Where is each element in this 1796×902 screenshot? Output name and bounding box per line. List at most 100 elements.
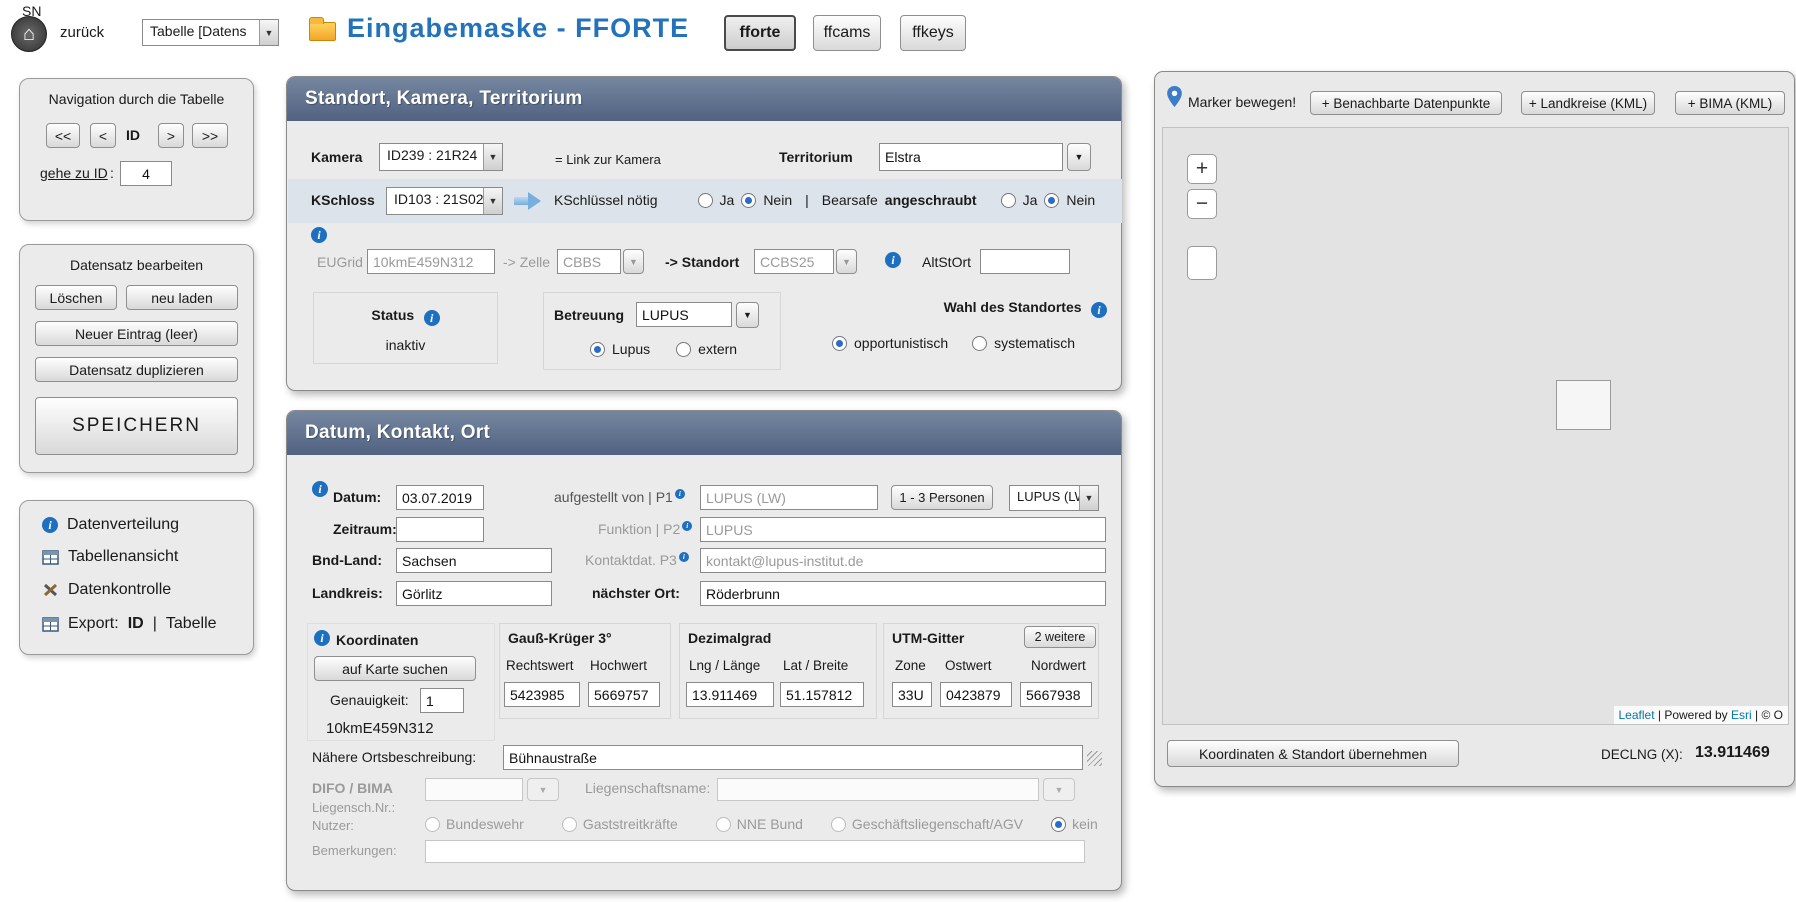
landkreis-input[interactable] <box>396 581 552 606</box>
zoom-out-button[interactable]: − <box>1187 189 1217 219</box>
goto-id-label[interactable]: gehe zu ID <box>40 165 108 181</box>
territorium-input[interactable] <box>879 143 1063 171</box>
chevron-down-icon: ▼ <box>259 20 278 45</box>
benachbarte-datenpunkte-button[interactable]: + Benachbarte Datenpunkte <box>1310 91 1502 115</box>
zelle-dropdown-button[interactable]: ▼ <box>623 249 644 274</box>
betreuung-extern-radio[interactable] <box>676 342 691 357</box>
bima-kml-button[interactable]: + BIMA (KML) <box>1675 91 1785 115</box>
aufgestellt-label: aufgestellt von | P1 <box>554 489 685 505</box>
nav-prev-button[interactable]: < <box>90 123 116 148</box>
dezimalgrad-group: Dezimalgrad Lng / Länge Lat / Breite <box>679 623 877 719</box>
link-datenkontrolle[interactable]: Datenkontrolle <box>42 581 171 599</box>
save-button[interactable]: SPEICHERN <box>35 397 238 455</box>
nav-last-button[interactable]: >> <box>192 123 228 148</box>
lat-input[interactable] <box>780 682 864 707</box>
apply-coordinates-button[interactable]: Koordinaten & Standort übernehmen <box>1167 740 1459 767</box>
hochwert-input[interactable] <box>588 682 660 707</box>
standort-input[interactable] <box>754 249 834 274</box>
kamera-select-value: ID239 : 21R24 <box>380 144 483 170</box>
map-pin-icon <box>1167 86 1182 107</box>
esri-link[interactable]: Esri <box>1731 708 1752 722</box>
ortsbeschreibung-input[interactable] <box>503 745 1083 770</box>
map-attribution: Leaflet | Powered by Esri | © O <box>1614 706 1789 724</box>
gk-col1-label: Rechtswert <box>506 658 574 673</box>
zelle-input[interactable] <box>557 249 621 274</box>
export-table-link[interactable]: Tabelle <box>166 615 217 633</box>
wahl-opportunistisch-radio[interactable] <box>832 336 847 351</box>
territorium-dropdown-button[interactable]: ▼ <box>1067 143 1091 171</box>
liegenschaftsname-input <box>717 778 1039 801</box>
betreuung-lupus-radio[interactable] <box>590 342 605 357</box>
zoom-in-button[interactable]: + <box>1187 154 1217 184</box>
p1-select[interactable]: LUPUS (LW ▼ <box>1009 485 1099 511</box>
rechtswert-input[interactable] <box>504 682 580 707</box>
delete-button[interactable]: Löschen <box>35 285 117 310</box>
kschloss-select[interactable]: ID103 : 21S02 ▼ <box>386 187 503 215</box>
map-canvas[interactable]: + − Leaflet | Powered by Esri | © O <box>1162 127 1789 725</box>
link-datenverteilung[interactable]: Datenverteilung <box>42 516 179 534</box>
utm-nordwert-input[interactable] <box>1020 682 1092 707</box>
nav-next-button[interactable]: > <box>158 123 184 148</box>
wahl-systematisch-radio[interactable] <box>972 336 987 351</box>
link-label: Tabellenansicht <box>68 548 178 566</box>
export-id-link[interactable]: ID <box>128 615 144 633</box>
home-button[interactable]: ⌂ <box>11 16 47 52</box>
table-select[interactable]: Tabelle [Datens ▼ <box>142 19 279 46</box>
betreuung-input[interactable] <box>636 302 732 327</box>
kamera-select[interactable]: ID239 : 21R24 ▼ <box>379 143 503 171</box>
funktion-label: Funktion | P2 <box>598 521 692 537</box>
map-panel: Marker bewegen! + Benachbarte Datenpunkt… <box>1154 71 1795 787</box>
tab-fforte[interactable]: fforte <box>724 15 796 51</box>
datum-input[interactable] <box>396 485 484 510</box>
p1-input[interactable] <box>700 485 878 510</box>
kschluessel-ja-radio[interactable] <box>698 193 713 208</box>
kschloss-info-icon[interactable] <box>311 227 327 243</box>
export-separator: | <box>153 615 157 633</box>
reload-button[interactable]: neu laden <box>126 285 238 310</box>
new-entry-button[interactable]: Neuer Eintrag (leer) <box>35 321 238 346</box>
info-icon[interactable] <box>679 552 689 562</box>
tab-ffkeys[interactable]: ffkeys <box>900 15 966 51</box>
koordinaten-info-icon[interactable] <box>314 630 330 646</box>
info-icon[interactable] <box>675 489 685 499</box>
altstort-input[interactable] <box>980 249 1070 274</box>
genauigkeit-input[interactable] <box>420 688 464 713</box>
leaflet-link[interactable]: Leaflet <box>1619 708 1655 722</box>
betreuung-dropdown-button[interactable]: ▼ <box>736 302 759 328</box>
bearsafe-nein-radio[interactable] <box>1044 193 1059 208</box>
datum-info-icon[interactable] <box>312 481 328 497</box>
utm-more-button[interactable]: 2 weitere <box>1024 626 1096 648</box>
duplicate-button[interactable]: Datensatz duplizieren <box>35 357 238 382</box>
bndland-input[interactable] <box>396 548 552 573</box>
datum-panel: Datum, Kontakt, Ort Datum: aufgestellt v… <box>286 410 1122 891</box>
ortsbeschreibung-label: Nähere Ortsbeschreibung: <box>312 749 476 765</box>
p3-input[interactable] <box>700 548 1106 573</box>
status-info-icon[interactable] <box>424 310 440 326</box>
bearsafe-ja-radio[interactable] <box>1001 193 1016 208</box>
export-label: Export: <box>68 615 119 633</box>
landkreise-kml-button[interactable]: + Landkreise (KML) <box>1521 91 1655 115</box>
standort-info-icon[interactable] <box>885 252 901 268</box>
utm-ostwert-input[interactable] <box>940 682 1012 707</box>
goto-id-input[interactable] <box>120 161 172 186</box>
tab-ffcams[interactable]: ffcams <box>813 15 881 51</box>
kschluessel-nein-radio[interactable] <box>741 193 756 208</box>
map-search-button[interactable]: auf Karte suchen <box>314 656 476 681</box>
utm-col2-label: Ostwert <box>945 658 992 673</box>
personen-button[interactable]: 1 - 3 Personen <box>891 485 993 510</box>
lng-input[interactable] <box>686 682 774 707</box>
standort-panel: Standort, Kamera, Territorium Kamera ID2… <box>286 76 1122 391</box>
nav-first-button[interactable]: << <box>46 123 80 148</box>
resize-grip[interactable] <box>1087 751 1102 766</box>
p2-input[interactable] <box>700 517 1106 542</box>
standort-dropdown-button[interactable]: ▼ <box>836 249 857 274</box>
info-icon[interactable] <box>682 521 692 531</box>
utm-zone-input[interactable] <box>892 682 932 707</box>
link-tabellenansicht[interactable]: Tabellenansicht <box>42 548 178 566</box>
naechster-ort-input[interactable] <box>700 581 1106 606</box>
kschloss-arrow-icon[interactable] <box>514 192 542 210</box>
wahl-info-icon[interactable] <box>1091 302 1107 318</box>
zeitraum-input[interactable] <box>396 517 484 542</box>
map-control-button[interactable] <box>1187 246 1217 280</box>
back-link[interactable]: zurück <box>60 24 104 41</box>
